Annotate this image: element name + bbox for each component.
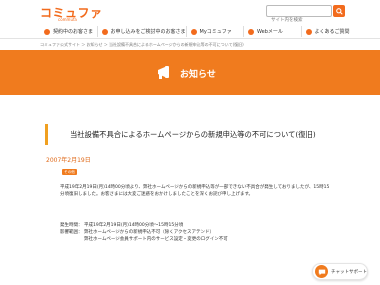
- article-title-box: 当社設備不具合によるホームページからの新規申込等の不可について(復旧): [45, 124, 375, 145]
- nav-item-my-commufa[interactable]: Myコミュファ: [185, 26, 244, 37]
- nav-item-webmail[interactable]: Webメール: [243, 26, 301, 37]
- header-divider: [0, 38, 380, 39]
- article-title: 当社設備不具合によるホームページからの新規申込等の不可について(復旧): [70, 130, 316, 139]
- chat-bubble-icon: [318, 269, 325, 275]
- search-button[interactable]: [333, 5, 345, 17]
- article-body: 平成19年2月19日(月)14時00分頃より、弊社ホームページからの新規申込等が…: [60, 185, 330, 197]
- detail-value: 弊社ホームページ会員サポート内のサービス設定・変更のログイン不可: [84, 237, 228, 242]
- detail-row: 弊社ホームページ会員サポート内のサービス設定・変更のログイン不可: [60, 236, 228, 243]
- chat-avatar: [315, 265, 328, 278]
- bullet-icon: [101, 28, 108, 35]
- nav-item-faq[interactable]: よくあるご質問: [300, 26, 359, 37]
- page-title: お知らせ: [180, 70, 216, 80]
- bullet-icon: [305, 28, 312, 35]
- nav-item-current-customers[interactable]: 契約中のお客さま: [40, 26, 97, 37]
- site-header: コミュファ commufa 契約中のお客さま お申し込みをご検討中のお客さま M…: [0, 0, 380, 38]
- site-logo-sub: commufa: [58, 17, 77, 22]
- search-input[interactable]: [267, 15, 331, 26]
- bullet-icon: [190, 28, 197, 35]
- detail-row: 発生時間： 平成19年2月19日(月)14時00分頃〜15時15分頃: [60, 222, 228, 229]
- article-details: 発生時間： 平成19年2月19日(月)14時00分頃〜15時15分頃 影響範囲：…: [60, 222, 228, 243]
- search-field[interactable]: [266, 5, 332, 26]
- article-date: 2007年2月19日: [46, 157, 91, 164]
- detail-row: 影響範囲： 弊社ホームページからの新規申込不可（除くアクセスアテンド）: [60, 229, 228, 236]
- nav-item-prospective-customers[interactable]: お申し込みをご検討中のお客さま: [96, 26, 186, 37]
- detail-value: 弊社ホームページからの新規申込不可（除くアクセスアテンド）: [84, 230, 215, 235]
- bullet-icon: [248, 28, 255, 35]
- detail-value: 平成19年2月19日(月)14時00分頃〜15時15分頃: [84, 223, 184, 228]
- chat-support-label: チャットサポート: [331, 269, 367, 275]
- global-nav: 契約中のお客さま お申し込みをご検討中のお客さま Myコミュファ Webメール …: [40, 26, 358, 37]
- search-icon: [335, 7, 343, 15]
- detail-label: 発生時間：: [60, 223, 83, 228]
- megaphone-icon: [158, 66, 169, 79]
- chat-support-button[interactable]: チャットサポート: [312, 263, 368, 280]
- breadcrumb[interactable]: コミュファ公式サイト ＞ お知らせ ＞ 当社設備不具合によるホームページからの新…: [40, 42, 244, 48]
- page-banner: お知らせ: [0, 50, 380, 95]
- category-tag: その他: [62, 169, 77, 175]
- bullet-icon: [44, 28, 50, 35]
- detail-label: 影響範囲：: [60, 230, 83, 235]
